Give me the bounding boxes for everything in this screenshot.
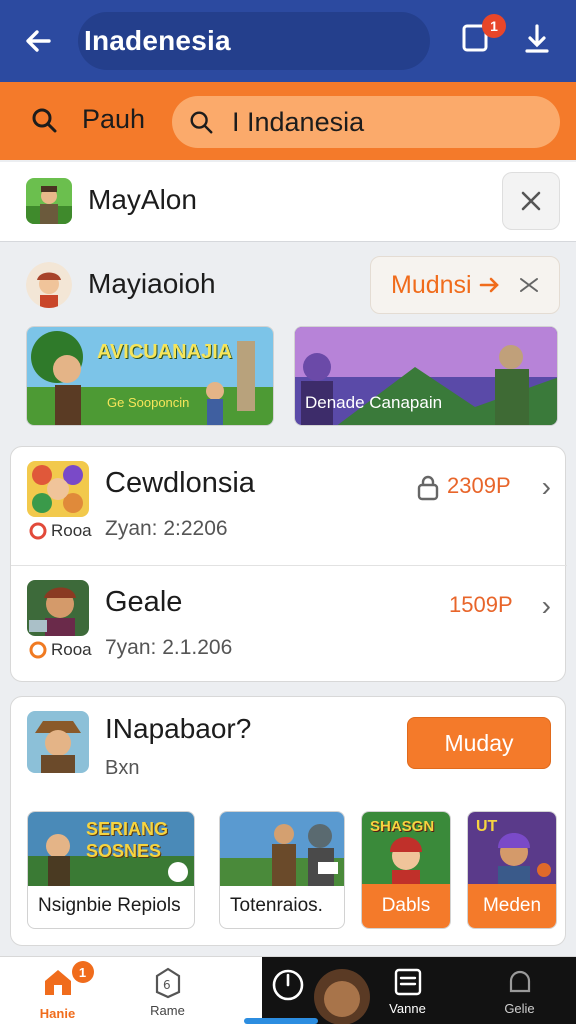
nav-rame[interactable]: 6 Rame bbox=[110, 957, 225, 1024]
muday-button[interactable]: Muday bbox=[407, 717, 551, 769]
list-item-title: Geale bbox=[105, 586, 183, 618]
banner-canapain[interactable]: Denade Canapain bbox=[294, 326, 558, 426]
chevron-right-icon: › bbox=[541, 471, 551, 502]
mudnsi-button[interactable]: Mudnsi bbox=[370, 256, 560, 314]
nav-label: Rame bbox=[150, 1003, 185, 1018]
arrow-right-icon bbox=[479, 277, 499, 293]
search-bar: Pauh I Indanesia bbox=[0, 82, 576, 160]
close-icon bbox=[521, 191, 541, 211]
app-row[interactable]: MayAlon bbox=[0, 162, 576, 242]
tile-art-text: UT bbox=[476, 818, 498, 835]
app-icon bbox=[27, 580, 89, 636]
download-button[interactable] bbox=[518, 20, 558, 60]
app-icon bbox=[27, 461, 89, 517]
power-icon bbox=[272, 969, 303, 1001]
promo-tile[interactable]: UT Meden bbox=[467, 811, 557, 929]
section-title: Mayiaoioh bbox=[88, 268, 216, 299]
banner-adventure[interactable]: AVICUANAJIA Ge Sooponcin bbox=[26, 326, 274, 426]
nav-power[interactable] bbox=[230, 957, 345, 1024]
home-indicator bbox=[244, 1018, 318, 1024]
tile-label: Totenraios. bbox=[230, 895, 323, 916]
chevron-right-icon: › bbox=[541, 590, 551, 621]
bottom-nav: 1 Hanie 6 Rame Vanne Gelie bbox=[0, 956, 576, 1024]
page-title: Inadenesia bbox=[84, 25, 231, 56]
search-scope-label: Pauh bbox=[82, 104, 146, 134]
tile-label: Meden bbox=[468, 884, 556, 928]
list-item-subtitle: 7yan: 2.1.206 bbox=[105, 636, 233, 659]
list-item-title: Cewdlonsia bbox=[105, 467, 255, 499]
mudnsi-button-label: Mudnsi bbox=[391, 270, 472, 299]
nav-vanne[interactable]: Vanne bbox=[350, 957, 465, 1024]
list-item[interactable]: Rooa Geale 7yan: 2.1.206 1509P › bbox=[11, 565, 567, 683]
close-button[interactable] bbox=[502, 172, 560, 230]
nav-badge: 1 bbox=[71, 961, 94, 983]
list-item[interactable]: Rooa Cewdlonsia Zyan: 2:2206 2309P › bbox=[11, 447, 567, 565]
price-label: 1509P bbox=[449, 592, 513, 617]
lock-icon bbox=[417, 475, 439, 501]
svg-text:6: 6 bbox=[163, 978, 171, 992]
promo-tile[interactable]: SERIANG SOSNES Nsignbie Repiols bbox=[27, 811, 195, 929]
list-item-subtitle: Zyan: 2:2206 bbox=[105, 517, 228, 540]
avatar bbox=[26, 262, 72, 308]
list-icon bbox=[394, 968, 421, 996]
promo-title: INapabaor? bbox=[105, 713, 252, 744]
notifications-button[interactable]: 1 bbox=[458, 14, 506, 60]
promo-tile[interactable]: Totenraios. bbox=[219, 811, 345, 929]
tag-icon: 6 bbox=[155, 967, 180, 999]
tile-label: Nsignbie Repiols bbox=[38, 895, 181, 916]
banner-subtitle: Ge Sooponcin bbox=[107, 395, 190, 410]
rating-tag: Rooa bbox=[29, 521, 92, 541]
search-input[interactable]: I Indanesia bbox=[172, 96, 560, 148]
title-pill[interactable]: Inadenesia bbox=[78, 12, 430, 70]
home-icon bbox=[44, 970, 71, 995]
nav-label: Vanne bbox=[389, 1001, 426, 1016]
rating-tag: Rooa bbox=[29, 640, 92, 660]
bell-icon bbox=[509, 970, 530, 993]
featured-section: Mayiaoioh Mudnsi AVICUANAJIA Ge Sooponci… bbox=[0, 244, 576, 440]
tile-art-text: SHASGN bbox=[370, 818, 435, 835]
badge-icon bbox=[29, 641, 47, 659]
top-app-bar: Inadenesia 1 bbox=[0, 0, 576, 82]
app-list: Rooa Cewdlonsia Zyan: 2:2206 2309P › Roo… bbox=[10, 446, 567, 683]
rating-tag-label: Rooa bbox=[51, 521, 92, 540]
app-row-title: MayAlon bbox=[88, 184, 197, 215]
back-arrow-icon bbox=[26, 30, 51, 52]
price-label: 2309P bbox=[447, 473, 511, 498]
promo-subtitle: Bxn bbox=[105, 757, 140, 779]
promo-tile[interactable]: SHASGN Dabls bbox=[361, 811, 451, 929]
banner-title: AVICUANAJIA bbox=[97, 341, 233, 363]
search-query: I Indanesia bbox=[232, 106, 365, 137]
badge-icon bbox=[29, 522, 47, 540]
nav-label: Hanie bbox=[39, 1006, 76, 1021]
download-icon bbox=[525, 24, 549, 53]
nav-gelie[interactable]: Gelie bbox=[462, 957, 576, 1024]
banner-title: Denade Canapain bbox=[305, 393, 443, 412]
app-avatar bbox=[26, 178, 72, 224]
promo-card: INapabaor? Bxn Muday SERIANG SOSNES Nsig… bbox=[10, 696, 566, 946]
tile-art-text: SERIANG SOSNES bbox=[86, 819, 169, 861]
notification-badge: 1 bbox=[482, 14, 506, 38]
search-scope[interactable]: Pauh bbox=[30, 104, 145, 135]
shuffle-icon bbox=[519, 278, 538, 292]
search-icon bbox=[190, 111, 213, 134]
nav-home[interactable]: 1 Hanie bbox=[0, 957, 115, 1024]
promo-avatar bbox=[27, 711, 89, 773]
search-icon bbox=[32, 108, 57, 132]
rating-tag-label: Rooa bbox=[51, 640, 92, 659]
nav-label: Gelie bbox=[504, 1001, 535, 1016]
tile-label: Dabls bbox=[362, 884, 450, 928]
back-button[interactable] bbox=[0, 0, 76, 82]
